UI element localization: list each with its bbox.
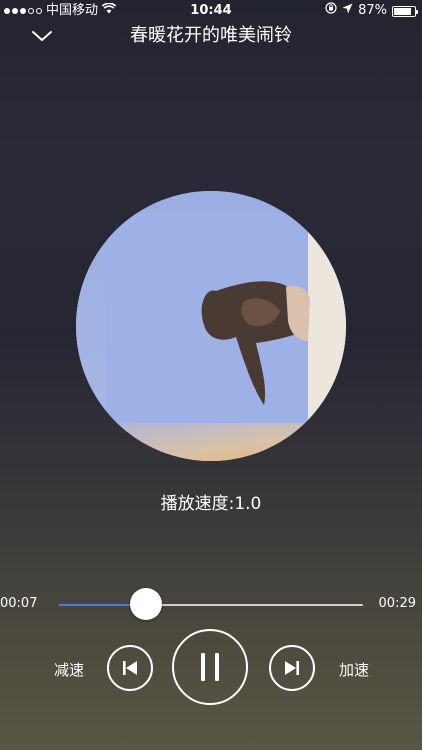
progress-track[interactable] <box>59 604 363 606</box>
next-button[interactable] <box>269 645 315 691</box>
status-right: 87% <box>325 0 418 22</box>
speed-up-button[interactable]: 加速 <box>339 659 369 680</box>
playback-speed-label: 播放速度:1.0 <box>160 494 262 514</box>
skip-previous-icon <box>123 661 137 675</box>
pause-button[interactable] <box>172 629 248 705</box>
total-time: 00:29 <box>378 596 416 611</box>
slow-down-button[interactable]: 减速 <box>54 659 84 680</box>
battery-level <box>394 7 412 15</box>
album-art-image <box>76 191 346 461</box>
battery-percent: 87% <box>358 3 387 18</box>
status-bar: 中国移动 10:44 87% <box>0 0 422 22</box>
pause-icon <box>201 653 219 681</box>
previous-button[interactable] <box>107 645 153 691</box>
current-time: 00:07 <box>0 596 38 611</box>
battery-icon <box>392 5 418 17</box>
location-arrow-icon <box>342 0 353 22</box>
player-header: 春暖花开的唯美闹铃 <box>0 22 422 50</box>
rotation-lock-icon <box>325 0 337 22</box>
song-title: 春暖花开的唯美闹铃 <box>130 25 292 46</box>
skip-next-icon <box>285 661 299 675</box>
album-cover <box>76 191 346 461</box>
progress-thumb[interactable] <box>130 588 163 620</box>
